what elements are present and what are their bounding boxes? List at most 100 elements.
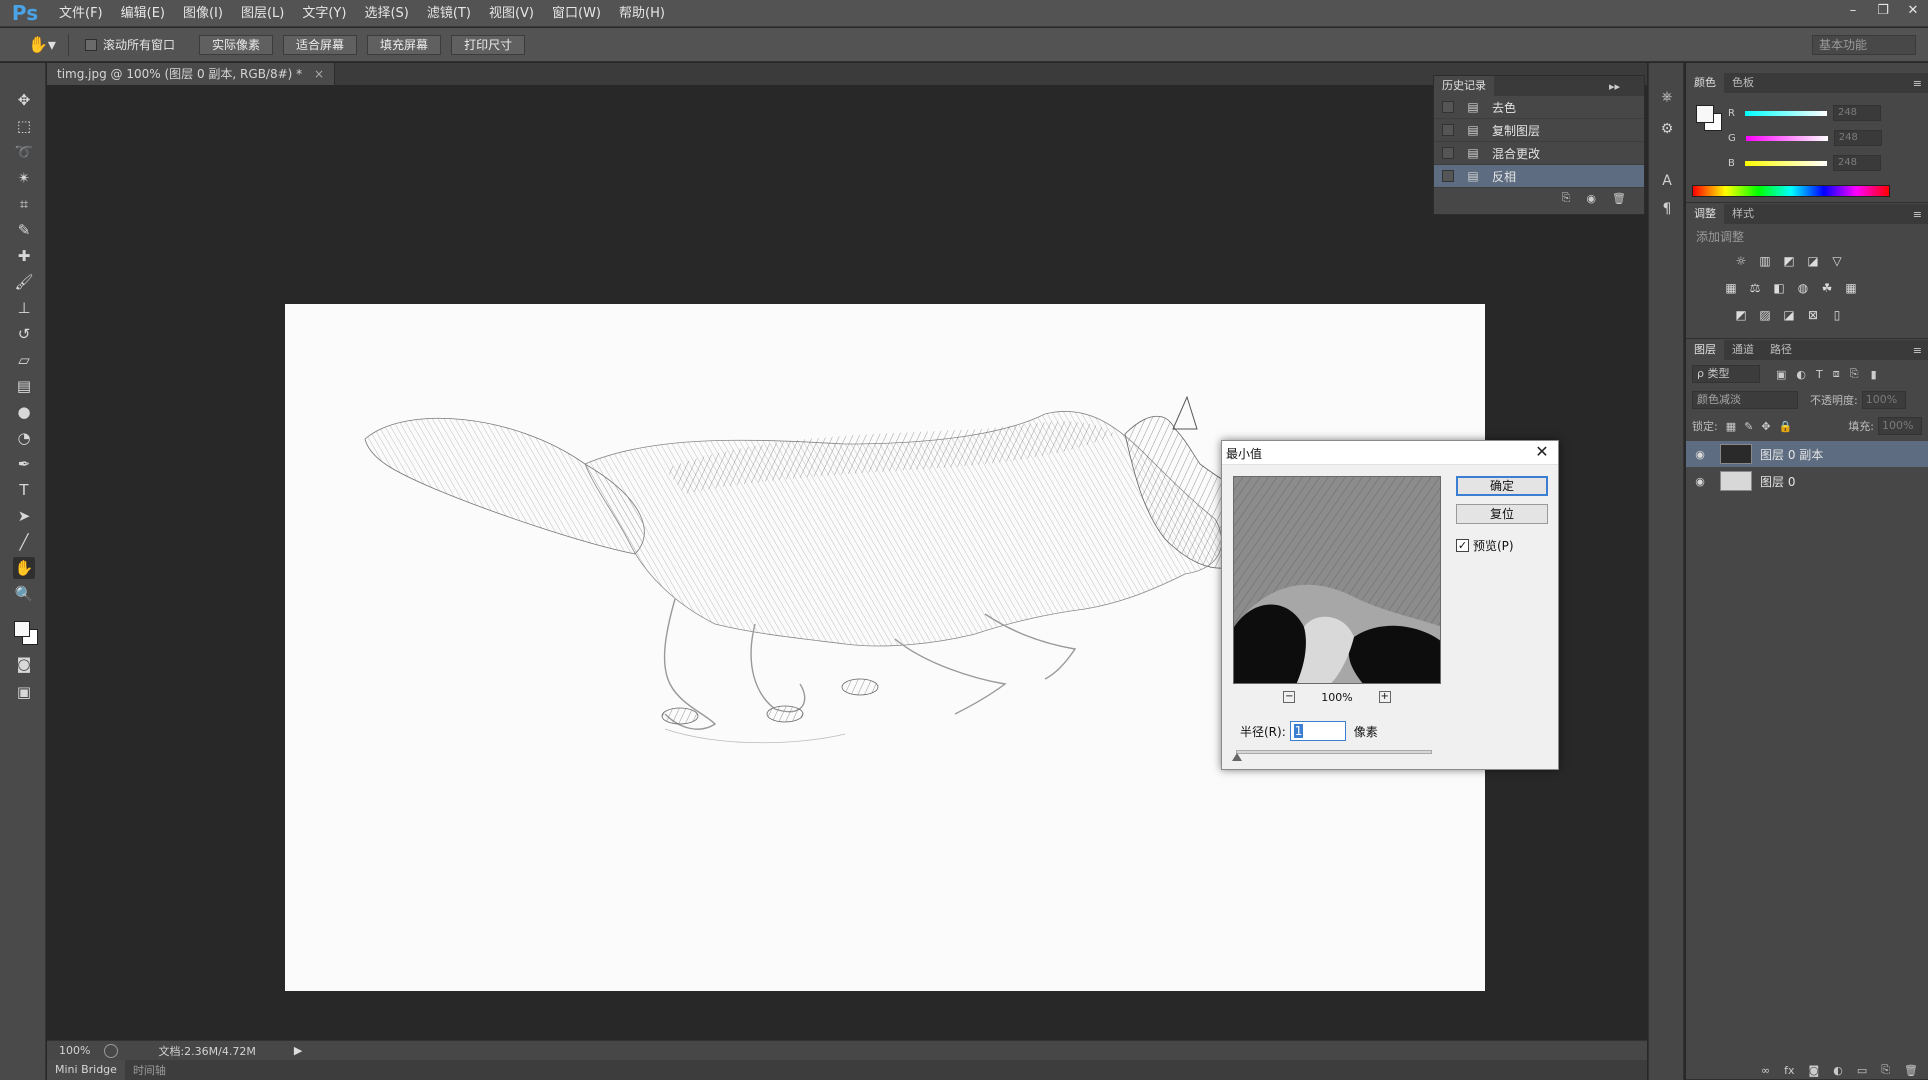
- stamp-tool-icon[interactable]: ⊥: [13, 297, 35, 319]
- delete-icon[interactable]: 🗑: [1612, 192, 1626, 205]
- exposure-icon[interactable]: ◪: [1804, 252, 1822, 270]
- reset-button[interactable]: 复位: [1456, 504, 1548, 524]
- blue-channel-slider[interactable]: B 248: [1728, 155, 1881, 171]
- filter-pixel-icon[interactable]: ▣: [1776, 368, 1786, 381]
- ok-button[interactable]: 确定: [1456, 476, 1548, 496]
- new-layer-icon[interactable]: ⎘: [1881, 1063, 1890, 1077]
- green-channel-slider[interactable]: G 248: [1728, 130, 1882, 146]
- filter-adjustment-icon[interactable]: ◐: [1796, 368, 1806, 381]
- visibility-eye-icon[interactable]: ◉: [1690, 475, 1710, 488]
- tab-timeline[interactable]: 时间轴: [125, 1062, 174, 1078]
- photo-filter-icon[interactable]: ◍: [1794, 279, 1812, 297]
- delete-layer-icon[interactable]: 🗑: [1904, 1064, 1918, 1077]
- new-group-icon[interactable]: ▭: [1857, 1064, 1867, 1077]
- brightness-contrast-icon[interactable]: ☼: [1732, 252, 1750, 270]
- document-tab[interactable]: timg.jpg @ 100% (图层 0 副本, RGB/8#) * ×: [47, 63, 336, 85]
- path-selection-tool-icon[interactable]: ➤: [13, 505, 35, 527]
- marquee-tool-icon[interactable]: ⬚: [13, 115, 35, 137]
- pen-tool-icon[interactable]: ✒: [13, 453, 35, 475]
- menu-edit[interactable]: 编辑(E): [112, 0, 174, 27]
- filter-preview[interactable]: [1233, 476, 1441, 684]
- hand-tool-preset-icon[interactable]: ✋▾: [28, 35, 58, 54]
- tab-adjustments[interactable]: 调整: [1686, 204, 1724, 224]
- layer-row-selected[interactable]: ◉ 图层 0 副本: [1686, 441, 1928, 467]
- line-tool-icon[interactable]: ╱: [13, 531, 35, 553]
- tab-paths[interactable]: 路径: [1762, 340, 1800, 360]
- threshold-icon[interactable]: ◪: [1780, 306, 1798, 324]
- selective-color-icon[interactable]: ⊠: [1804, 306, 1822, 324]
- color-lookup-icon[interactable]: ▦: [1842, 279, 1860, 297]
- quick-mask-icon[interactable]: ◙: [13, 653, 35, 675]
- menu-layer[interactable]: 图层(L): [232, 0, 293, 27]
- color-spectrum-ramp[interactable]: [1692, 185, 1890, 197]
- color-panel-swatches[interactable]: [1694, 103, 1724, 133]
- zoom-in-button[interactable]: +: [1378, 691, 1391, 703]
- workspace-select[interactable]: 基本功能: [1812, 35, 1916, 55]
- layer-style-icon[interactable]: fx: [1784, 1064, 1794, 1077]
- brush-tool-icon[interactable]: 🖌: [13, 271, 35, 293]
- menu-file[interactable]: 文件(F): [50, 0, 112, 27]
- blue-channel-bar[interactable]: [1744, 160, 1827, 166]
- menu-view[interactable]: 视图(V): [480, 0, 543, 27]
- posterize-icon[interactable]: ▨: [1756, 306, 1774, 324]
- add-mask-icon[interactable]: ◙: [1809, 1064, 1820, 1077]
- menu-image[interactable]: 图像(I): [174, 0, 232, 27]
- print-size-button[interactable]: 打印尺寸: [451, 34, 526, 55]
- character-panel-icon[interactable]: A: [1657, 171, 1677, 191]
- close-window-button[interactable]: ✕: [1898, 0, 1928, 20]
- scroll-all-windows-checkbox[interactable]: [85, 38, 97, 51]
- radius-slider-knob[interactable]: [1232, 753, 1242, 761]
- invert-icon[interactable]: ◩: [1732, 306, 1750, 324]
- layer-filter-kind-select[interactable]: ρ 类型: [1692, 365, 1760, 383]
- menu-help[interactable]: 帮助(H): [610, 0, 674, 27]
- zoom-out-button[interactable]: −: [1283, 691, 1296, 703]
- lock-transparent-icon[interactable]: ▦: [1726, 420, 1736, 433]
- foreground-color-swatch[interactable]: [1696, 105, 1714, 123]
- tab-mini-bridge[interactable]: Mini Bridge: [47, 1060, 125, 1080]
- fill-screen-button[interactable]: 填充屏幕: [367, 34, 442, 55]
- filter-shape-icon[interactable]: ⧈: [1833, 367, 1840, 381]
- blend-mode-select[interactable]: 颜色减淡: [1692, 391, 1798, 409]
- menu-window[interactable]: 窗口(W): [543, 0, 610, 27]
- hand-tool-icon[interactable]: ✋: [13, 557, 35, 579]
- healing-brush-tool-icon[interactable]: ✚: [13, 245, 35, 267]
- fill-input[interactable]: 100%: [1878, 417, 1922, 435]
- panel-collapse-icon[interactable]: ▸▸: [1609, 80, 1620, 93]
- status-zoom[interactable]: 100%: [59, 1044, 90, 1057]
- visibility-eye-icon[interactable]: ◉: [1690, 448, 1710, 461]
- tab-channels[interactable]: 通道: [1724, 340, 1762, 360]
- red-channel-value[interactable]: 248: [1832, 105, 1881, 121]
- lock-position-icon[interactable]: ✥: [1761, 420, 1770, 433]
- menu-type[interactable]: 文字(Y): [293, 0, 355, 27]
- panel-menu-icon[interactable]: ≡: [1913, 208, 1922, 221]
- history-panel-icon[interactable]: ⎈: [1657, 87, 1677, 107]
- history-item[interactable]: ▤ 去色: [1434, 96, 1644, 119]
- gradient-map-icon[interactable]: ▯: [1828, 306, 1846, 324]
- foreground-background-swatch[interactable]: [12, 619, 40, 647]
- history-snapshot-checkbox[interactable]: [1442, 101, 1454, 113]
- vibrance-icon[interactable]: ▽: [1828, 252, 1846, 270]
- opacity-input[interactable]: 100%: [1861, 391, 1906, 409]
- lock-all-icon[interactable]: 🔒: [1779, 420, 1793, 433]
- minimize-button[interactable]: –: [1838, 0, 1868, 20]
- preview-checkbox[interactable]: ✓: [1456, 539, 1469, 552]
- tab-styles[interactable]: 样式: [1724, 204, 1762, 224]
- filter-smart-object-icon[interactable]: ⎘: [1850, 367, 1859, 381]
- paragraph-panel-icon[interactable]: ¶: [1657, 199, 1677, 219]
- layer-row[interactable]: ◉ 图层 0: [1686, 468, 1928, 494]
- eraser-tool-icon[interactable]: ▱: [13, 349, 35, 371]
- history-snapshot-checkbox[interactable]: [1442, 147, 1454, 159]
- panel-menu-icon[interactable]: ≡: [1913, 77, 1922, 90]
- filter-type-icon[interactable]: T: [1816, 368, 1823, 381]
- preview-checkbox-row[interactable]: ✓ 预览(P): [1456, 537, 1514, 554]
- layer-name[interactable]: 图层 0 副本: [1760, 446, 1823, 463]
- filter-toggle-icon[interactable]: ▮: [1871, 368, 1877, 381]
- screen-mode-icon[interactable]: ▣: [13, 681, 35, 703]
- panel-menu-icon[interactable]: ≡: [1913, 344, 1922, 357]
- levels-icon[interactable]: ▥: [1756, 252, 1774, 270]
- history-brush-tool-icon[interactable]: ↺: [13, 323, 35, 345]
- green-channel-bar[interactable]: [1745, 135, 1828, 141]
- zoom-tool-icon[interactable]: 🔍: [13, 583, 35, 605]
- snapshot-camera-icon[interactable]: ◉: [1586, 192, 1596, 205]
- blur-tool-icon[interactable]: ●: [13, 401, 35, 423]
